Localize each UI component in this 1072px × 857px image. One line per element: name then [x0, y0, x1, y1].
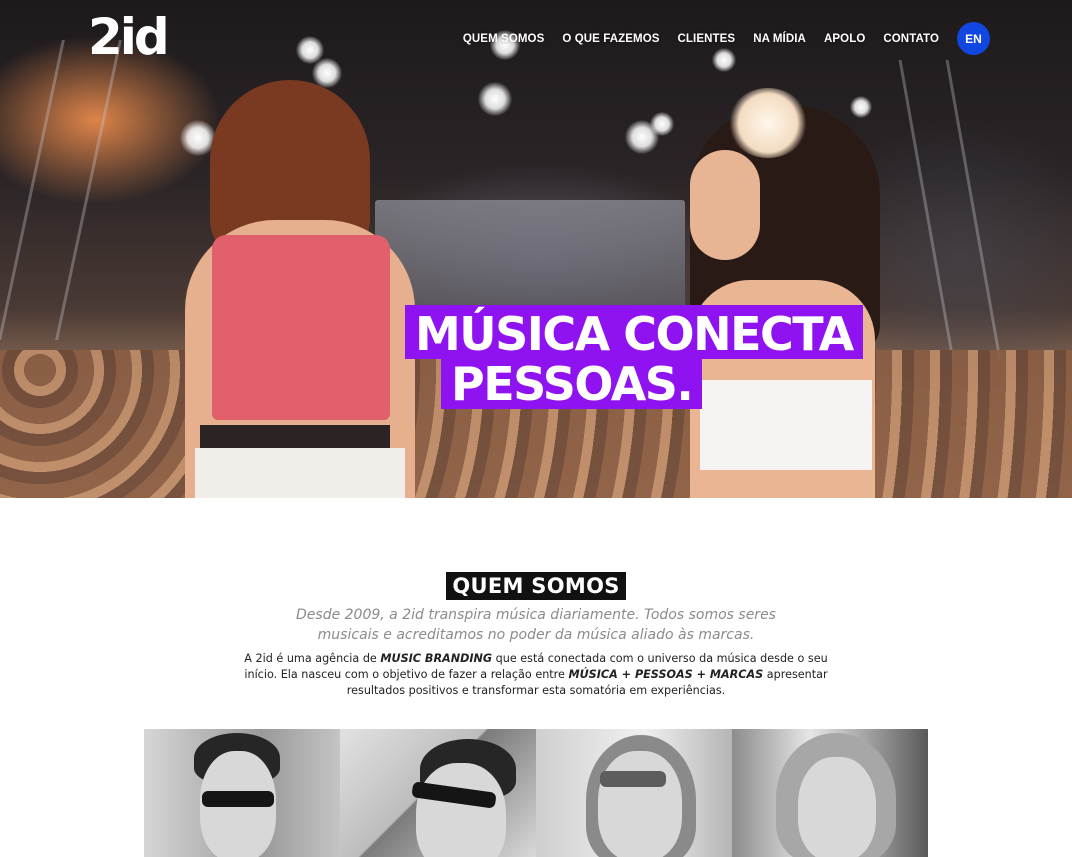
nav-quem-somos[interactable]: QUEM SOMOS: [463, 24, 545, 54]
member-face: [416, 763, 506, 857]
woman-right-top: [700, 380, 872, 470]
language-toggle-button[interactable]: EN: [957, 22, 990, 55]
team-member-photo[interactable]: [144, 729, 340, 857]
main-nav: QUEM SOMOS O QUE FAZEMOS CLIENTES NA MÍD…: [445, 22, 990, 55]
nav-o-que-fazemos[interactable]: O QUE FAZEMOS: [562, 24, 659, 54]
team-member-photo[interactable]: [732, 729, 928, 857]
nav-contato[interactable]: CONTATO: [883, 24, 939, 54]
about-lead: Desde 2009, a 2id transpira música diari…: [296, 607, 776, 643]
woman-left-tanktop: [212, 235, 390, 420]
about-body-part-1: A 2id é uma agência de: [244, 652, 381, 665]
team-photo-strip: [144, 729, 928, 857]
sunglasses-icon: [600, 771, 666, 787]
headline-line-2: PESSOAS.: [441, 355, 703, 409]
hero-banner: MÚSICA CONECTA PESSOAS.: [0, 0, 1072, 498]
woman-left-belt: [200, 425, 390, 449]
about-body-emphasis-2: MÚSICA + PESSOAS + MARCAS: [568, 668, 764, 681]
about-title-wrap: QUEM SOMOS: [0, 572, 1072, 600]
hero-headline: MÚSICA CONECTA PESSOAS.: [405, 305, 863, 409]
team-member-photo[interactable]: [536, 729, 732, 857]
about-title: QUEM SOMOS: [446, 572, 626, 600]
member-face: [598, 751, 682, 857]
about-body-emphasis-1: MUSIC BRANDING: [380, 652, 493, 665]
woman-right-face: [690, 150, 760, 260]
about-body: A 2id é uma agência de MUSIC BRANDING qu…: [230, 651, 842, 699]
stage-truss-left: [0, 40, 122, 340]
woman-left-shorts: [195, 448, 405, 498]
member-face: [798, 757, 876, 857]
stage-screen: [375, 200, 685, 310]
headline-line-1: MÚSICA CONECTA: [405, 305, 863, 359]
team-member-photo[interactable]: [340, 729, 536, 857]
stage-light: [478, 82, 512, 116]
nav-na-midia[interactable]: NA MÍDIA: [753, 24, 806, 54]
nav-apolo[interactable]: APOLO: [824, 24, 865, 54]
nav-clientes[interactable]: CLIENTES: [678, 24, 736, 54]
stage-light: [850, 96, 872, 118]
sunglasses-icon: [202, 791, 274, 807]
brand-logo[interactable]: 2id: [88, 8, 170, 66]
stage-light: [312, 58, 342, 88]
stage-truss-right: [898, 60, 1002, 360]
flower-crown: [728, 88, 808, 158]
stage-light: [650, 112, 674, 136]
